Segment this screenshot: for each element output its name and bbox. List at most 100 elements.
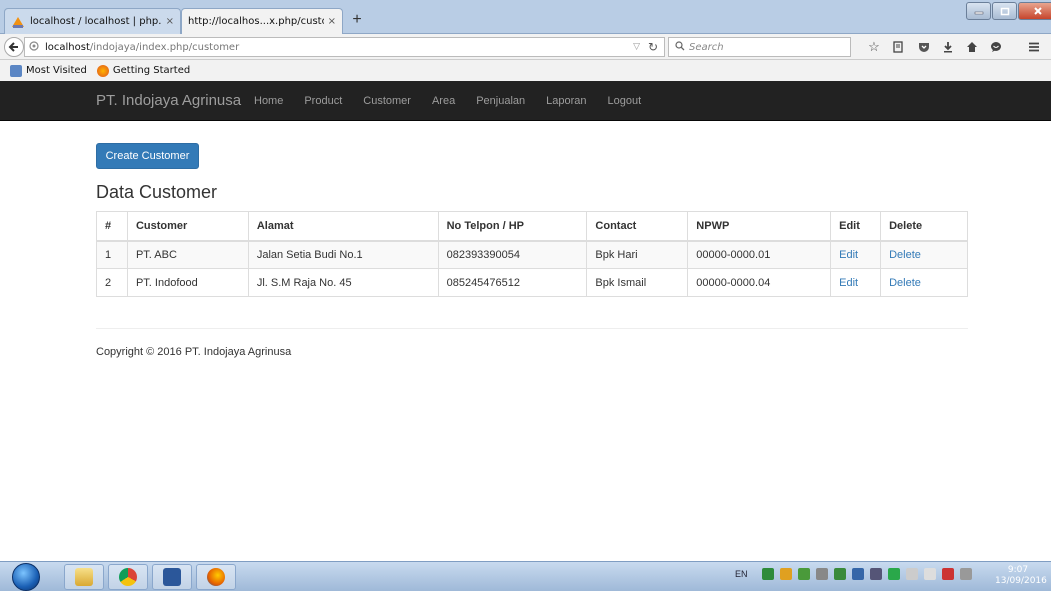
clock-date: 13/09/2016 — [995, 576, 1047, 586]
column-header: NPWP — [687, 211, 832, 242]
column-header: # — [96, 211, 128, 242]
home-icon[interactable] — [962, 38, 982, 56]
nav-product[interactable]: Product — [304, 95, 342, 107]
reload-icon[interactable]: ↻ — [648, 40, 658, 54]
nav-laporan[interactable]: Laporan — [546, 95, 586, 107]
copyright-text: Copyright © 2016 PT. Indojaya Agrinusa — [96, 346, 292, 358]
column-header: Delete — [880, 211, 968, 242]
site-menu: Home Product Customer Area Penjualan Lap… — [254, 95, 662, 107]
nav-customer[interactable]: Customer — [363, 95, 411, 107]
bookmark-getting-started[interactable]: Getting Started — [96, 64, 191, 77]
phone-cell: 082393390054 — [437, 240, 588, 269]
contact-cell: Bpk Ismail — [586, 268, 689, 297]
tray-app-icon[interactable] — [761, 568, 774, 580]
browser-toolbar: localhost/indojaya/index.php/customer ▽ … — [0, 34, 1051, 60]
tray-app-icon[interactable] — [779, 568, 792, 580]
web-page: PT. Indojaya Agrinusa Home Product Custo… — [0, 81, 1051, 561]
row-number: 2 — [96, 268, 128, 297]
download-icon[interactable] — [938, 38, 958, 56]
minimize-button[interactable] — [966, 2, 991, 20]
column-header: Contact — [586, 211, 689, 242]
table-row: 2 PT. Indofood Jl. S.M Raja No. 45 08524… — [96, 268, 968, 297]
taskbar-explorer[interactable] — [64, 564, 104, 590]
start-button[interactable] — [12, 563, 40, 591]
nav-logout[interactable]: Logout — [608, 95, 642, 107]
row-number: 1 — [96, 240, 128, 269]
taskbar: EN 9:07 13/09/2016 — [0, 561, 1051, 591]
taskbar-firefox[interactable] — [196, 564, 236, 590]
word-icon — [163, 568, 181, 586]
new-tab-button[interactable]: + — [346, 11, 368, 31]
firefox-icon — [96, 64, 109, 77]
tray-app-icon[interactable] — [923, 568, 936, 580]
clock-time: 9:07 — [1007, 565, 1029, 575]
delete-link[interactable]: Delete — [880, 240, 968, 269]
maximize-button[interactable] — [992, 2, 1017, 20]
address-bar[interactable]: localhost/indojaya/index.php/customer ▽ … — [24, 37, 665, 57]
reading-list-icon[interactable] — [888, 38, 908, 56]
hello-chat-icon[interactable] — [986, 38, 1006, 56]
alamat-cell: Jalan Setia Budi No.1 — [247, 240, 439, 269]
table-row: 1 PT. ABC Jalan Setia Budi No.1 08239339… — [96, 240, 968, 269]
back-arrow-icon[interactable] — [4, 37, 24, 57]
site-info-icon[interactable] — [27, 40, 41, 54]
tray-app-icon[interactable] — [869, 568, 882, 580]
tray-app-icon[interactable] — [941, 568, 954, 580]
tab-close-icon[interactable]: × — [328, 16, 336, 27]
bookmark-label: Getting Started — [112, 65, 191, 76]
language-indicator[interactable]: EN — [735, 569, 748, 579]
system-tray: EN — [735, 568, 972, 580]
tray-app-icon[interactable] — [797, 568, 810, 580]
bookmark-label: Most Visited — [26, 65, 87, 76]
create-customer-button[interactable]: Create Customer — [96, 143, 199, 169]
nav-penjualan[interactable]: Penjualan — [476, 95, 525, 107]
pocket-icon[interactable] — [914, 38, 934, 56]
network-icon[interactable] — [851, 568, 864, 580]
star-icon[interactable]: ☆ — [864, 38, 884, 56]
window-controls — [965, 2, 1051, 20]
npwp-cell: 00000-0000.01 — [687, 240, 832, 269]
customer-table: # Customer Alamat No Telpon / HP Contact… — [96, 211, 968, 297]
hamburger-menu-icon[interactable] — [1024, 38, 1044, 56]
tab-title: http://localhos...x.php/customer — [188, 16, 324, 27]
url-path: /indojaya/index.php/customer — [89, 41, 240, 53]
firefox-icon — [207, 568, 225, 586]
taskbar-chrome[interactable] — [108, 564, 148, 590]
search-input[interactable]: Search — [668, 37, 851, 57]
tab-phpmyadmin[interactable]: localhost / localhost | php... × — [4, 8, 181, 34]
contact-cell: Bpk Hari — [586, 240, 689, 269]
nav-home[interactable]: Home — [254, 95, 283, 107]
tab-customer[interactable]: http://localhos...x.php/customer × — [181, 8, 343, 34]
phpmyadmin-icon — [11, 15, 25, 29]
clock[interactable]: 9:07 13/09/2016 — [995, 565, 1047, 587]
page-title: Data Customer — [96, 182, 218, 202]
column-header: No Telpon / HP — [437, 211, 588, 242]
flag-icon[interactable] — [905, 568, 918, 580]
url-host: localhost — [45, 41, 90, 53]
delete-link[interactable]: Delete — [880, 268, 968, 297]
column-header: Alamat — [247, 211, 439, 242]
edit-link[interactable]: Edit — [830, 268, 882, 297]
close-window-button[interactable] — [1018, 2, 1051, 20]
tray-app-icon[interactable] — [959, 568, 972, 580]
customer-cell: PT. ABC — [126, 240, 249, 269]
tray-app-icon[interactable] — [833, 568, 846, 580]
edit-link[interactable]: Edit — [830, 240, 882, 269]
taskbar-word[interactable] — [152, 564, 192, 590]
bookmarks-toolbar: Most Visited Getting Started — [0, 60, 1051, 81]
phone-cell: 085245476512 — [437, 268, 588, 297]
tray-app-icon[interactable] — [887, 568, 900, 580]
chrome-icon — [119, 568, 137, 586]
tab-close-icon[interactable]: × — [166, 16, 174, 27]
bookmark-most-visited[interactable]: Most Visited — [10, 64, 87, 77]
chevron-down-icon[interactable]: ▽ — [633, 42, 640, 52]
most-visited-icon — [10, 64, 22, 77]
nav-area[interactable]: Area — [432, 95, 455, 107]
site-navbar: PT. Indojaya Agrinusa Home Product Custo… — [0, 81, 1051, 121]
site-brand[interactable]: PT. Indojaya Agrinusa — [96, 92, 241, 109]
volume-icon[interactable] — [815, 568, 828, 580]
folder-icon — [75, 568, 93, 586]
column-header: Customer — [126, 211, 249, 242]
column-header: Edit — [830, 211, 882, 242]
npwp-cell: 00000-0000.04 — [687, 268, 832, 297]
